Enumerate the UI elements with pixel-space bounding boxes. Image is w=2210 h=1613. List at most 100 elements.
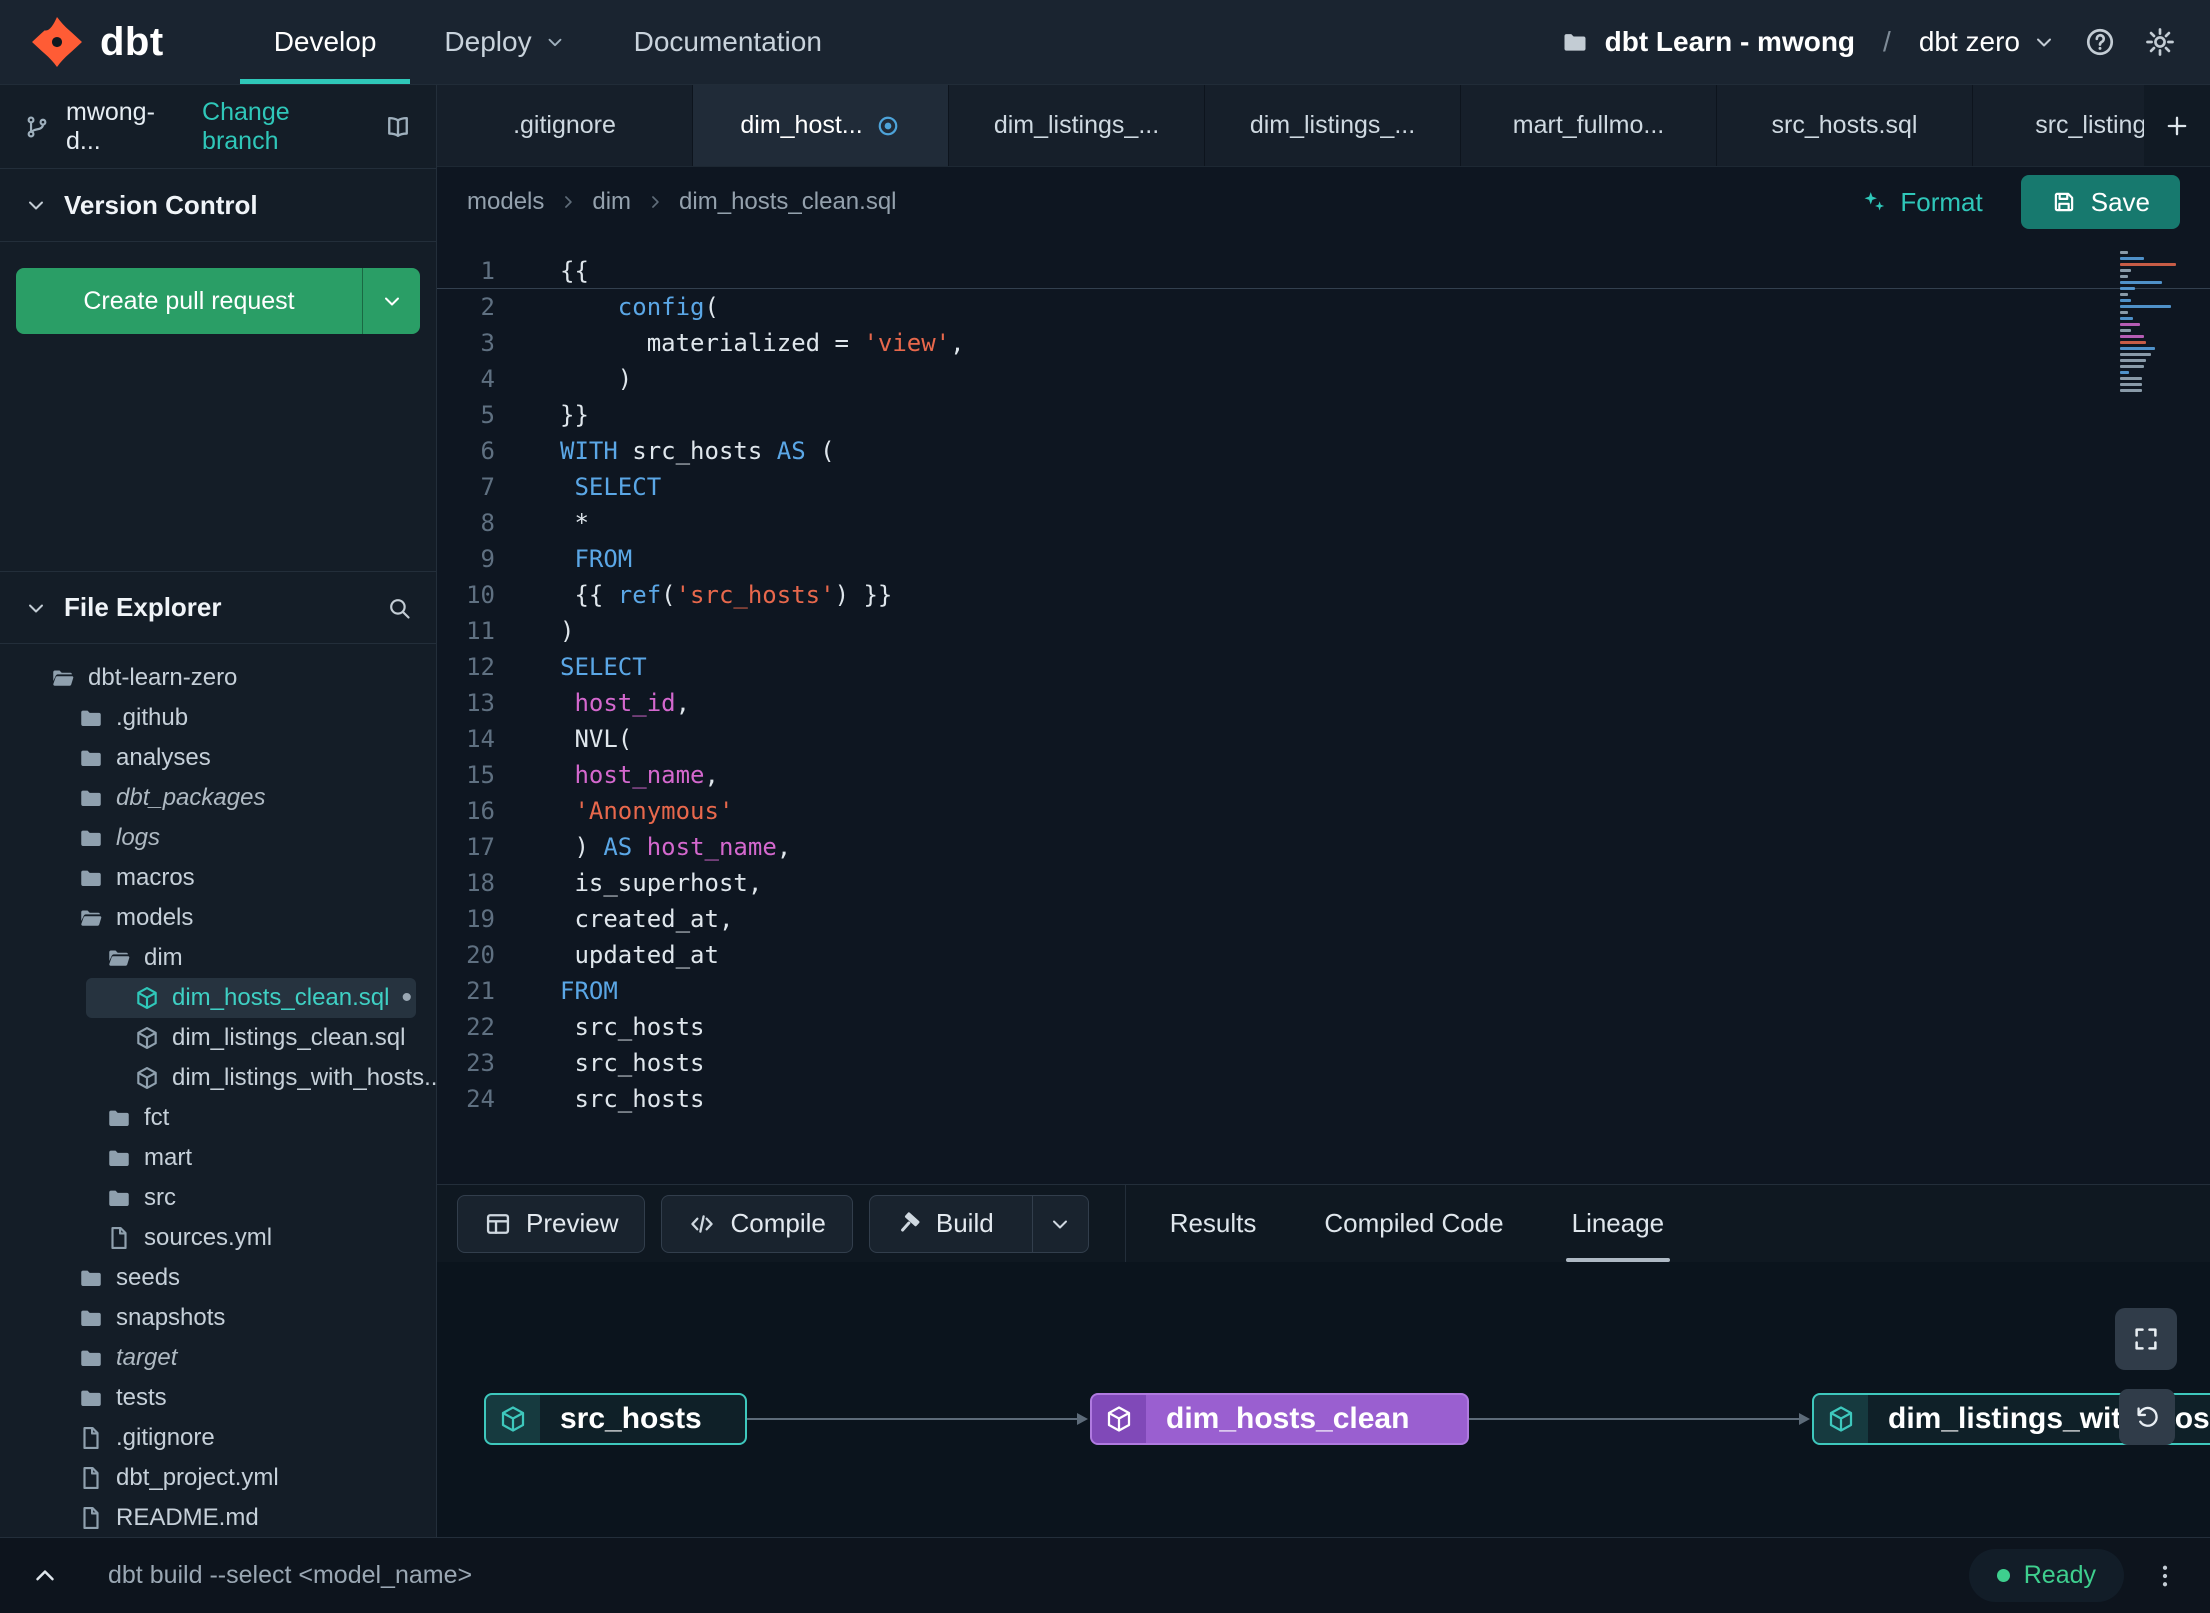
tree-item-fct[interactable]: fct [0,1098,436,1138]
code-line[interactable]: 5}} [437,397,2210,433]
tree-item-sources-yml[interactable]: sources.yml [0,1218,436,1258]
code-line[interactable]: 23 src_hosts [437,1045,2210,1081]
panel-tab-compiled-code[interactable]: Compiled Code [1290,1185,1537,1262]
code-line[interactable]: 4 ) [437,361,2210,397]
code-line[interactable]: 9 FROM [437,541,2210,577]
code-line[interactable]: 3 materialized = 'view', [437,325,2210,361]
tree-item-target[interactable]: target [0,1338,436,1378]
code-text: ) [560,617,575,645]
code-line[interactable]: 24 src_hosts [437,1081,2210,1117]
editor-tab-mart-fullmo[interactable]: mart_fullmo... [1461,85,1717,166]
editor-tab-dim-host[interactable]: dim_host... [693,85,949,166]
code-line[interactable]: 11) [437,613,2210,649]
tree-item-snapshots[interactable]: snapshots [0,1298,436,1338]
reset-view-button[interactable] [2119,1389,2175,1445]
project-selector[interactable]: dbt Learn - mwong [1561,26,1855,58]
code-line[interactable]: 2 config( [437,289,2210,325]
breadcrumb-segment[interactable]: dim [592,188,631,216]
tree-item-seeds[interactable]: seeds [0,1258,436,1298]
lineage-canvas[interactable]: src_hosts dim_hosts_clean dim_listings_wit… [437,1262,2210,1537]
code-line[interactable]: 22 src_hosts [437,1009,2210,1045]
code-line[interactable]: 12 SELECT [437,649,2210,685]
new-tab-button[interactable] [2144,85,2210,166]
code-text: materialized = 'view', [560,329,965,357]
nav-item-documentation[interactable]: Documentation [600,0,856,84]
build-button[interactable]: Build [868,1194,1089,1253]
tree-item-dim[interactable]: dim [0,938,436,978]
code-line[interactable]: 8 * [437,505,2210,541]
tree-item-gitignore[interactable]: .gitignore [0,1418,436,1458]
tree-item-readme-md[interactable]: README.md [0,1498,436,1537]
build-main-button[interactable]: Build [870,1196,1018,1252]
tree-item-dbt-project-yml[interactable]: dbt_project.yml [0,1458,436,1498]
code-line[interactable]: 21 FROM [437,973,2210,1009]
tree-item-dim-listings-with-hosts[interactable]: dim_listings_with_hosts... [0,1058,436,1098]
code-line[interactable]: 10 {{ ref('src_hosts') }} [437,577,2210,613]
code-editor[interactable]: 1{{2 config(3 materialized = 'view', 4 ) 5… [437,237,2210,1184]
search-icon[interactable] [386,595,412,621]
tree-item-tests[interactable]: tests [0,1378,436,1418]
tree-item-macros[interactable]: macros [0,858,436,898]
folder-icon [78,1265,104,1291]
brand[interactable]: dbt [0,15,200,69]
code-line[interactable]: 14 NVL( [437,721,2210,757]
code-line[interactable]: 16 'Anonymous' [437,793,2210,829]
panel-tab-results[interactable]: Results [1136,1185,1291,1262]
nav-item-deploy[interactable]: Deploy [410,0,599,84]
code-line[interactable]: 6 WITH src_hosts AS ( [437,433,2210,469]
build-caret-button[interactable] [1031,1195,1088,1252]
code-line[interactable]: 17 ) AS host_name, [437,829,2210,865]
kebab-menu-icon[interactable] [2150,1561,2180,1591]
tree-item-label: dim_listings_clean.sql [172,1024,406,1051]
create-pull-request-caret-button[interactable] [362,268,420,334]
code-line[interactable]: 13 host_id, [437,685,2210,721]
tree-item-models[interactable]: models [0,898,436,938]
settings-gear-icon[interactable] [2144,26,2176,58]
code-line[interactable]: 7 SELECT [437,469,2210,505]
tree-item-analyses[interactable]: analyses [0,738,436,778]
nav-item-develop[interactable]: Develop [239,0,411,84]
chevron-down-icon [24,193,48,217]
compile-button[interactable]: Compile [661,1194,853,1253]
editor-tab-dim-listings[interactable]: dim_listings_... [949,85,1205,166]
panel-tab-lineage[interactable]: Lineage [1538,1185,1699,1262]
lineage-node-src-hosts[interactable]: src_hosts [484,1393,747,1445]
docs-book-icon[interactable] [384,113,412,141]
tree-item-src[interactable]: src [0,1178,436,1218]
code-line[interactable]: 19 created_at, [437,901,2210,937]
editor-tab-src-hosts-sql[interactable]: src_hosts.sql [1717,85,1973,166]
tree-item-dbt-packages[interactable]: dbt_packages [0,778,436,818]
create-pull-request-label[interactable]: Create pull request [16,268,362,334]
preview-button[interactable]: Preview [457,1194,646,1253]
create-pull-request-button[interactable]: Create pull request [16,268,420,334]
minimap-line [2120,305,2171,308]
breadcrumb-segment[interactable]: dim_hosts_clean.sql [679,188,896,216]
tree-item-github[interactable]: .github [0,698,436,738]
tree-item-logs[interactable]: logs [0,818,436,858]
save-button[interactable]: Save [2020,175,2180,229]
code-line[interactable]: 20 updated_at [437,937,2210,973]
change-branch-link[interactable]: Change branch [202,98,368,156]
tree-item-dbt-learn-zero[interactable]: dbt-learn-zero [0,658,436,698]
editor-tab-gitignore[interactable]: .gitignore [437,85,693,166]
fullscreen-button[interactable] [2115,1308,2177,1370]
code-line[interactable]: 1 {{ [437,253,2210,289]
cli-command[interactable]: dbt build --select <model_name> [108,1561,472,1590]
breadcrumb-segment[interactable]: models [467,188,544,216]
tree-item-dim-hosts-clean-sql[interactable]: dim_hosts_clean.sql • [86,978,416,1018]
tree-item-dim-listings-clean-sql[interactable]: dim_listings_clean.sql [0,1018,436,1058]
tree-item-label: logs [116,824,161,851]
file-explorer-header[interactable]: File Explorer [0,571,436,644]
environment-selector[interactable]: dbt zero [1919,26,2056,58]
editor-tab-dim-listings[interactable]: dim_listings_... [1205,85,1461,166]
help-icon[interactable] [2084,26,2116,58]
cube-icon [1092,1395,1146,1443]
code-line[interactable]: 18 is_superhost, [437,865,2210,901]
lineage-node-dim-hosts-clean[interactable]: dim_hosts_clean [1090,1393,1469,1445]
format-button[interactable]: Format [1860,187,1983,218]
tree-item-mart[interactable]: mart [0,1138,436,1178]
version-control-header[interactable]: Version Control [0,169,436,242]
code-line[interactable]: 15 host_name, [437,757,2210,793]
chevron-up-icon[interactable] [30,1561,60,1591]
minimap[interactable] [2120,251,2184,392]
